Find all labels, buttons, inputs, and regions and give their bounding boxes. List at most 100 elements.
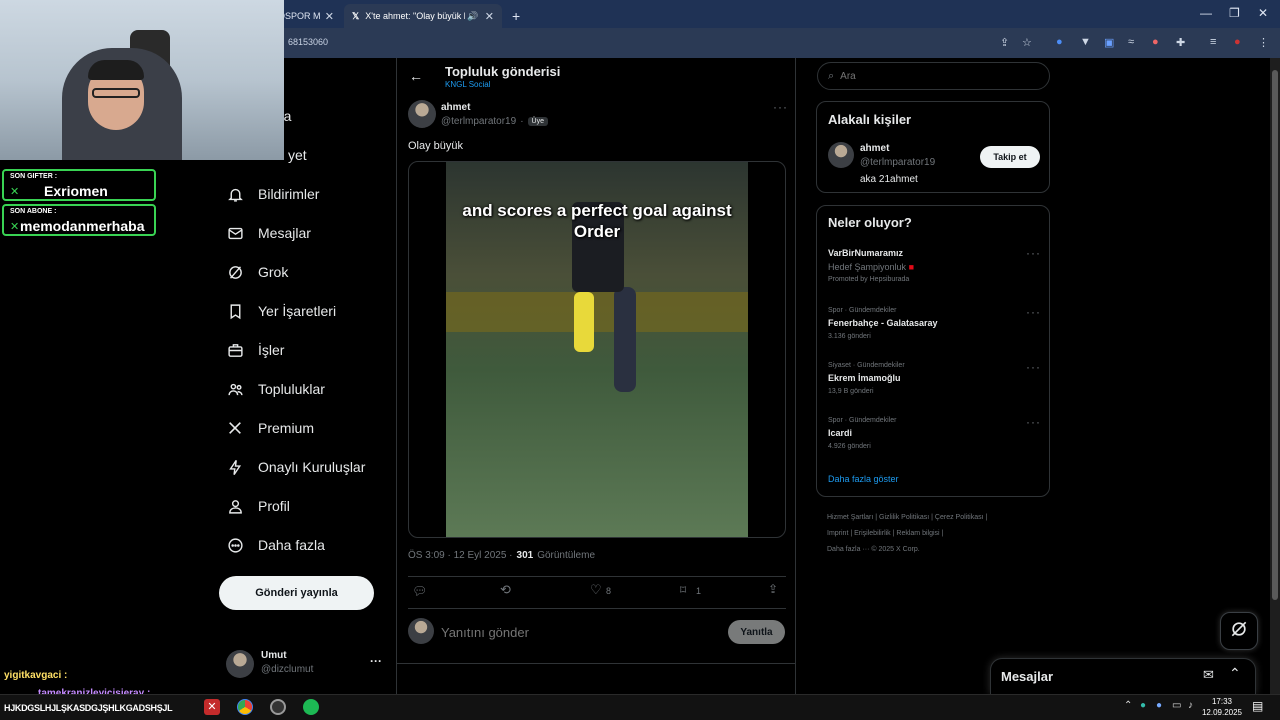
star-icon[interactable]: ☆ <box>1022 36 1032 49</box>
speaker-icon[interactable]: 🔊 <box>467 11 478 22</box>
reply-button[interactable]: Yanıtla <box>728 620 785 644</box>
profile-avatar[interactable]: ● <box>1234 36 1241 48</box>
steam-icon[interactable]: ● <box>1156 700 1162 711</box>
install-icon[interactable]: ⇪ <box>1000 36 1009 49</box>
more-icon[interactable]: ··· <box>370 654 382 668</box>
sidebar-item-messages[interactable]: Mesajlar <box>226 215 311 251</box>
author-avatar[interactable] <box>408 100 436 128</box>
close-tab-icon[interactable]: ✕ <box>485 10 494 23</box>
sidebar-item-explore-partial[interactable]: yet <box>288 137 307 173</box>
extension-icon[interactable]: ▼ <box>1080 36 1091 48</box>
show-more-link[interactable]: Daha fazla göster <box>828 474 899 484</box>
tab-title: X'te ahmet: "Olay büyük ht <box>365 11 466 21</box>
sidebar-item-jobs[interactable]: İşler <box>226 332 284 368</box>
bookmark-icon <box>226 302 244 320</box>
more-icon[interactable]: ··· <box>1026 246 1041 260</box>
scrollbar[interactable] <box>1270 58 1280 694</box>
new-message-icon[interactable]: ✉ <box>1203 667 1214 683</box>
more-icon[interactable]: ··· <box>773 100 788 114</box>
page-title: Topluluk gönderisi <box>445 64 561 79</box>
more-icon[interactable]: ··· <box>1026 305 1041 319</box>
tray-icon[interactable]: ● <box>1140 700 1146 711</box>
footer-link[interactable]: Erişilebilirlik <box>854 530 891 537</box>
notification-icon[interactable]: ▤ <box>1252 699 1263 713</box>
sidebar-item-premium[interactable]: Premium <box>226 410 314 446</box>
footer-link[interactable]: Daha fazla ··· <box>827 546 869 553</box>
avatar[interactable] <box>828 142 854 168</box>
share-icon[interactable]: ⇪ <box>768 582 778 596</box>
sidebar-item-notifications[interactable]: Bildirimler <box>226 176 319 212</box>
sidebar-item-communities[interactable]: Topluluklar <box>226 371 325 407</box>
bookmark-icon[interactable]: ⌑ <box>680 583 686 597</box>
chevron-up-icon[interactable]: ⌃ <box>1124 700 1132 711</box>
extension-icon[interactable]: ≈ <box>1128 36 1134 48</box>
extension-icon[interactable]: ● <box>1152 36 1159 48</box>
author-name[interactable]: ahmet <box>441 102 470 113</box>
trend-item[interactable]: Spor · Gündemdekiler Fenerbahçe - Galata… <box>828 305 1041 340</box>
expand-icon[interactable]: ⌃ <box>1229 665 1241 682</box>
video-frame[interactable]: and scores a perfect goal against Order <box>446 162 748 537</box>
trend-category: Spor · Gündemdekiler <box>828 417 897 424</box>
search-box[interactable]: ⌕ <box>817 62 1050 90</box>
back-arrow-icon[interactable]: ← <box>409 68 423 84</box>
footer-link[interactable]: Reklam bilgisi <box>896 530 939 537</box>
app-icon[interactable]: ✕ <box>204 699 220 715</box>
sidebar-item-more[interactable]: Daha fazla <box>226 527 325 563</box>
minimize-button[interactable]: — <box>1200 6 1212 20</box>
post-timestamp[interactable]: ÖS 3:09 · 12 Eyl 2025 · <box>408 550 513 561</box>
person-name[interactable]: ahmet <box>860 143 889 154</box>
clock-date[interactable]: 12.09.2025 <box>1200 708 1244 717</box>
footer-links: Hizmet Şartları | Gizlilik Politikası | … <box>827 514 988 553</box>
account-name: Umut <box>261 650 287 661</box>
grok-floating-button[interactable] <box>1220 612 1258 650</box>
volume-icon[interactable]: ♪ <box>1188 700 1193 711</box>
sidebar-item-profile[interactable]: Profil <box>226 488 290 524</box>
briefcase-icon <box>226 341 244 359</box>
clock-time[interactable]: 17:33 <box>1208 697 1236 706</box>
video-player[interactable]: and scores a perfect goal against Order <box>408 161 786 538</box>
media-icon[interactable]: ≡ <box>1210 36 1216 48</box>
close-window-button[interactable]: ✕ <box>1258 6 1268 20</box>
puzzle-icon[interactable]: ✚ <box>1176 36 1185 49</box>
player-figure <box>614 287 636 392</box>
repost-icon[interactable]: ⟲ <box>500 582 511 598</box>
account-switcher[interactable]: Umut @dizclumut ··· <box>226 648 391 684</box>
chrome-icon[interactable] <box>237 699 253 715</box>
browser-tab-active[interactable]: 𝕏 X'te ahmet: "Olay büyük ht 🔊 ✕ <box>344 4 502 28</box>
search-input[interactable] <box>840 70 1021 82</box>
community-link[interactable]: KNGL Social <box>445 80 491 89</box>
author-handle[interactable]: @terlmparator19 <box>441 116 516 127</box>
footer-link[interactable]: Imprint <box>827 530 848 537</box>
spotify-icon[interactable] <box>303 699 319 715</box>
reply-icon[interactable]: 💬︎ <box>412 584 427 598</box>
trend-item[interactable]: Spor · Gündemdekiler Icardi 4.926 gönder… <box>828 415 1041 450</box>
reply-input[interactable] <box>441 622 711 642</box>
card-title: Neler oluyor? <box>828 215 912 230</box>
separator: · <box>520 116 524 127</box>
scrollbar-thumb[interactable] <box>1272 70 1278 600</box>
url-text[interactable]: 68153060 <box>288 37 328 47</box>
footer-link[interactable]: Çerez Politikası <box>935 514 984 521</box>
menu-icon[interactable]: ⋮ <box>1258 36 1269 49</box>
extension-icon[interactable]: ● <box>1056 36 1063 48</box>
post-button[interactable]: Gönderi yayınla <box>219 576 374 610</box>
more-icon[interactable]: ··· <box>1026 415 1041 429</box>
footer-link[interactable]: Gizlilik Politikası <box>879 514 929 521</box>
close-tab-icon[interactable]: ✕ <box>325 10 334 23</box>
like-icon[interactable]: ♡ <box>590 582 602 598</box>
restore-button[interactable]: ❐ <box>1229 6 1240 20</box>
messages-drawer[interactable]: Mesajlar ✉ ⌃ <box>990 658 1256 694</box>
trend-item[interactable]: Siyaset · Gündemdekiler Ekrem İmamoğlu 1… <box>828 360 1041 395</box>
obs-icon[interactable] <box>270 699 286 715</box>
follow-button[interactable]: Takip et <box>980 146 1040 168</box>
more-icon[interactable]: ··· <box>1026 360 1041 374</box>
sidebar-item-bookmarks[interactable]: Yer İşaretleri <box>226 293 336 329</box>
sidebar-item-verified-orgs[interactable]: Onaylı Kuruluşlar <box>226 449 365 485</box>
sidebar-item-grok[interactable]: Grok <box>226 254 288 290</box>
network-icon[interactable]: ▭ <box>1172 700 1181 711</box>
webcam-overlay <box>0 0 284 160</box>
new-tab-button[interactable]: + <box>504 4 524 28</box>
extension-icon[interactable]: ▣ <box>1104 36 1114 49</box>
trend-item-promoted[interactable]: VarBirNumaramız Hedef Şampiyonluk ■ Prom… <box>828 246 1041 283</box>
footer-link[interactable]: Hizmet Şartları <box>827 514 873 521</box>
